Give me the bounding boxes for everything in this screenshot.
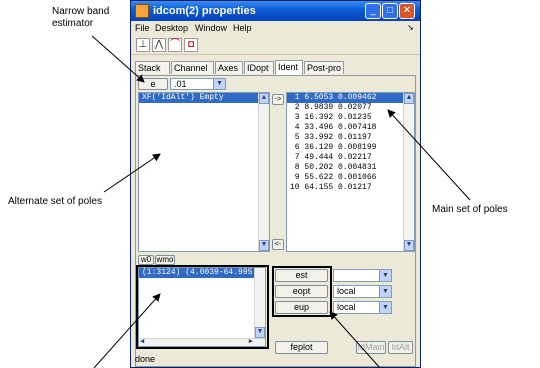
- chevron-down-icon: ▼: [379, 302, 391, 313]
- chevron-down-icon: ▼: [379, 270, 391, 281]
- toolbar: ⊥ ⋀ ⌒ ◘: [131, 36, 420, 55]
- list-item[interactable]: 8 50.202 0.004831: [287, 163, 414, 173]
- list-item[interactable]: 7 49.444 0.02217: [287, 153, 414, 163]
- tab-ident[interactable]: Ident: [275, 60, 303, 75]
- dock-arrow-icon[interactable]: ➘: [407, 23, 414, 32]
- wmo-button[interactable]: wmo: [155, 255, 175, 265]
- tab-idopt[interactable]: IDopt: [244, 61, 274, 74]
- chevron-down-icon: ▼: [213, 79, 225, 89]
- menu-help[interactable]: Help: [233, 23, 252, 33]
- curve-tool-icon[interactable]: ⌒: [168, 38, 182, 52]
- menu-desktop[interactable]: Desktop: [155, 23, 188, 33]
- annotation-alternate-poles: Alternate set of poles: [8, 196, 102, 207]
- eup-mode-dropdown[interactable]: local ▼: [333, 301, 392, 314]
- list-item[interactable]: 10 64.155 0.01217: [287, 183, 414, 193]
- band-value: .01: [174, 79, 187, 89]
- chevron-down-icon: ▼: [379, 286, 391, 297]
- tab-axes[interactable]: Axes: [215, 61, 243, 74]
- w0-button[interactable]: w0: [138, 255, 154, 265]
- tab-stack[interactable]: Stack: [135, 61, 170, 74]
- move-left-button[interactable]: <-: [272, 239, 284, 250]
- list-item[interactable]: 6 36.129 0.008199: [287, 143, 414, 153]
- scroll-up-icon[interactable]: ▲: [259, 93, 269, 104]
- app-icon: [135, 4, 149, 18]
- ident-panel: e .01 ▼ XF('IdAlt') Empty ▲ ▼ -> <- 1 6.…: [135, 75, 416, 367]
- record-tool-icon[interactable]: ◘: [184, 38, 198, 52]
- idalt-button[interactable]: IdAlt: [388, 341, 413, 354]
- list-item[interactable]: 9 55.622 0.001066: [287, 173, 414, 183]
- maximize-button[interactable]: □: [382, 3, 398, 19]
- move-right-button[interactable]: ->: [272, 94, 284, 105]
- idmain-button[interactable]: IdMain: [356, 341, 386, 354]
- alternate-list-scrollbar[interactable]: ▲ ▼: [258, 93, 269, 251]
- status-text: done: [135, 354, 156, 364]
- alternate-poles-list[interactable]: XF('IdAlt') Empty ▲ ▼: [138, 92, 270, 252]
- eopt-mode-value: local: [337, 286, 356, 296]
- scroll-down-icon[interactable]: ▼: [259, 240, 269, 251]
- title-bar: idcom(2) properties _ □ ✕: [131, 1, 420, 21]
- estimation-buttons-highlight: [272, 266, 332, 317]
- menu-window[interactable]: Window: [195, 23, 227, 33]
- e-button[interactable]: e: [138, 78, 168, 90]
- menu-bar: File Desktop Window Help ➘: [131, 21, 420, 35]
- eopt-mode-dropdown[interactable]: local ▼: [333, 285, 392, 298]
- main-poles-list[interactable]: 1 6.5053 0.009462 2 8.9839 0.02077 3 16.…: [286, 92, 415, 252]
- list-item[interactable]: 3 16.392 0.01235: [287, 113, 414, 123]
- list-item[interactable]: XF('IdAlt') Empty: [139, 93, 260, 103]
- list-item[interactable]: 2 8.9839 0.02077: [287, 103, 414, 113]
- est-method-dropdown[interactable]: ▼: [333, 269, 392, 282]
- tab-channel[interactable]: Channel: [171, 61, 214, 74]
- properties-window: idcom(2) properties _ □ ✕ File Desktop W…: [130, 0, 421, 368]
- list-item[interactable]: 5 33.992 0.01197: [287, 133, 414, 143]
- menu-file[interactable]: File: [135, 23, 150, 33]
- lines-tool-icon[interactable]: ⋀: [152, 38, 166, 52]
- scroll-down-icon[interactable]: ▼: [404, 240, 414, 251]
- list-item[interactable]: 1 6.5053 0.009462: [287, 93, 404, 103]
- scroll-up-icon[interactable]: ▲: [404, 93, 414, 104]
- feplot-button[interactable]: feplot: [275, 341, 328, 354]
- annotation-main-poles: Main set of poles: [432, 204, 508, 215]
- list-item[interactable]: 4 33.496 0.007418: [287, 123, 414, 133]
- ruler-tool-icon[interactable]: ⊥: [136, 38, 150, 52]
- eup-mode-value: local: [337, 302, 356, 312]
- band-dropdown[interactable]: .01 ▼: [170, 78, 226, 90]
- main-list-scrollbar[interactable]: ▲ ▼: [403, 93, 414, 251]
- range-list-highlight: [136, 265, 269, 349]
- annotation-narrow-band: Narrow band estimator: [52, 6, 110, 29]
- tab-post-pro[interactable]: Post-pro: [304, 61, 344, 74]
- minimize-button[interactable]: _: [365, 3, 381, 19]
- window-title: idcom(2) properties: [153, 5, 256, 17]
- close-button[interactable]: ✕: [399, 3, 415, 19]
